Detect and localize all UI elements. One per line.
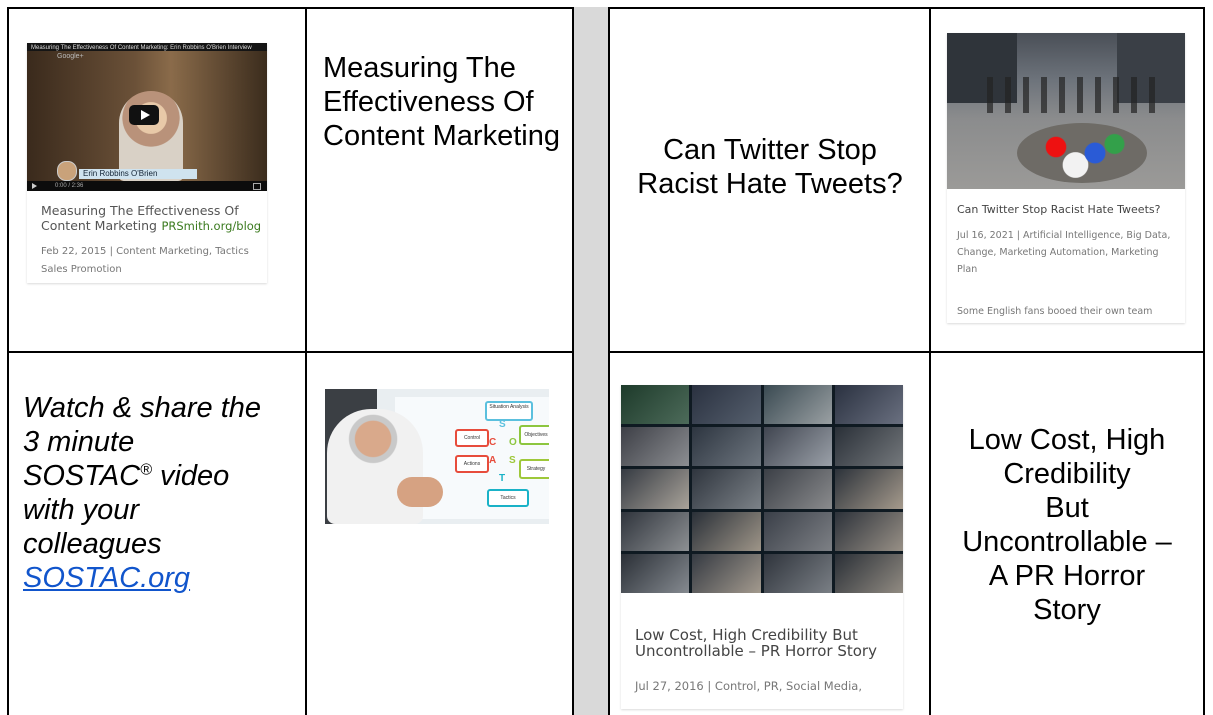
video-controls-bar[interactable]: 0:00 / 2:36 bbox=[27, 181, 267, 191]
presenter-hands bbox=[397, 477, 443, 507]
pr-title-line-5: A PR Horror bbox=[988, 560, 1146, 592]
twitter-hate-title: Can Twitter Stop Racist Hate Tweets? bbox=[637, 134, 903, 200]
litter-pile bbox=[1017, 123, 1147, 183]
presenter-name-tag: Erin Robbins O'Brien bbox=[79, 169, 197, 179]
diagram-letter-c: C bbox=[489, 437, 497, 448]
diagram-box-situation: Situation Analysis bbox=[485, 401, 533, 421]
blog-card-title-line2[interactable]: Content Marketing bbox=[41, 218, 157, 233]
diagram-box-strategy: Strategy bbox=[519, 459, 549, 479]
gray-separator-column bbox=[573, 7, 609, 715]
pr-horror-title: Low Cost, High Credibility But Uncontrol… bbox=[943, 423, 1191, 627]
video-player[interactable]: Measuring The Effectiveness Of Content M… bbox=[27, 43, 267, 191]
video-play-button[interactable] bbox=[129, 105, 159, 125]
sostac-line-5: colleagues bbox=[23, 528, 162, 560]
diagram-box-objectives: Objectives bbox=[519, 425, 549, 445]
blog-card-title[interactable]: Measuring The Effectiveness Of Content M… bbox=[41, 204, 267, 235]
blog-card-title-line1[interactable]: Measuring The Effectiveness Of bbox=[41, 204, 267, 217]
content-marketing-blog-card[interactable]: Measuring The Effectiveness Of Content M… bbox=[27, 43, 267, 283]
sostac-word: SOSTAC bbox=[23, 460, 141, 492]
video-play-small-icon[interactable] bbox=[32, 183, 37, 189]
table-col-divider-1 bbox=[305, 7, 307, 715]
pr-title-line-4: Uncontrollable – bbox=[962, 526, 1172, 558]
channel-label: Google+ bbox=[57, 53, 84, 60]
pr-title-line-6: Story bbox=[1033, 594, 1101, 626]
presenter-avatar bbox=[57, 161, 77, 181]
twitter-blog-card[interactable]: Can Twitter Stop Racist Hate Tweets? Jul… bbox=[947, 33, 1185, 323]
sostac-line-3: SOSTAC® video bbox=[23, 459, 299, 493]
sostac-line-4: with your bbox=[23, 494, 140, 526]
blog-card-meta: Feb 22, 2015 | Content Marketing, Tactic… bbox=[41, 246, 249, 257]
sostac-org-link[interactable]: SOSTAC.org bbox=[23, 562, 190, 594]
pr-title-line-2: Credibility bbox=[1003, 458, 1131, 490]
pr-card-title[interactable]: Low Cost, High Credibility But Uncontrol… bbox=[635, 627, 901, 659]
pr-title-line-3: But bbox=[1045, 492, 1089, 524]
twitter-card-title[interactable]: Can Twitter Stop Racist Hate Tweets? bbox=[957, 204, 1177, 215]
pedestrians bbox=[987, 77, 1157, 113]
pr-card-title-line2[interactable]: Uncontrollable – PR Horror Story bbox=[635, 643, 901, 659]
diagram-box-tactics: Tactics bbox=[487, 489, 529, 507]
registered-mark: ® bbox=[140, 461, 152, 479]
table-col-divider-2 bbox=[572, 7, 574, 715]
pr-card-meta: Jul 27, 2016 | Control, PR, Social Media… bbox=[635, 679, 862, 693]
sostac-line-1: Watch & share the bbox=[23, 392, 262, 424]
table-border-right bbox=[1203, 7, 1205, 715]
blog-card-meta-2: Sales Promotion bbox=[41, 264, 122, 275]
mosaic-image bbox=[621, 385, 903, 593]
table-col-divider-3 bbox=[608, 7, 610, 715]
table-col-divider-4 bbox=[929, 7, 931, 715]
sostac-line-2: 3 minute bbox=[23, 426, 135, 458]
play-icon bbox=[141, 110, 150, 120]
street-scene-image bbox=[947, 33, 1185, 189]
pr-horror-blog-card[interactable]: Low Cost, High Credibility But Uncontrol… bbox=[621, 385, 903, 709]
twitter-card-excerpt: Some English fans booed their own team bbox=[957, 306, 1153, 317]
sostac-video-image[interactable]: Situation Analysis Objectives Strategy T… bbox=[325, 389, 549, 524]
diagram-letter-s2: S bbox=[509, 455, 516, 466]
diagram-letter-a: A bbox=[489, 455, 497, 466]
table-border-left bbox=[7, 7, 9, 715]
sostac-video-word: video bbox=[151, 460, 230, 492]
video-title-bar: Measuring The Effectiveness Of Content M… bbox=[31, 45, 252, 51]
fullscreen-icon[interactable] bbox=[253, 183, 261, 190]
diagram-letter-o: O bbox=[509, 437, 517, 448]
diagram-letter-s: S bbox=[499, 419, 506, 430]
content-table: Measuring The Effectiveness Of Content M… bbox=[7, 7, 1205, 715]
sostac-invite-text: Watch & share the 3 minute SOSTAC® video… bbox=[23, 391, 299, 595]
prsmith-watermark: PRSmith.org/blog bbox=[161, 219, 262, 233]
twitter-card-meta: Jul 16, 2021 | Artificial Intelligence, … bbox=[957, 230, 1171, 275]
pr-title-line-1: Low Cost, High bbox=[968, 424, 1166, 456]
content-marketing-title: Measuring The Effectiveness Of Content M… bbox=[323, 52, 560, 152]
diagram-letter-t: T bbox=[499, 473, 506, 484]
diagram-box-actions: Actions bbox=[455, 455, 489, 473]
pr-card-title-line1[interactable]: Low Cost, High Credibility But bbox=[635, 627, 901, 643]
diagram-box-control: Control bbox=[455, 429, 489, 447]
video-time: 0:00 / 2:36 bbox=[55, 183, 84, 189]
